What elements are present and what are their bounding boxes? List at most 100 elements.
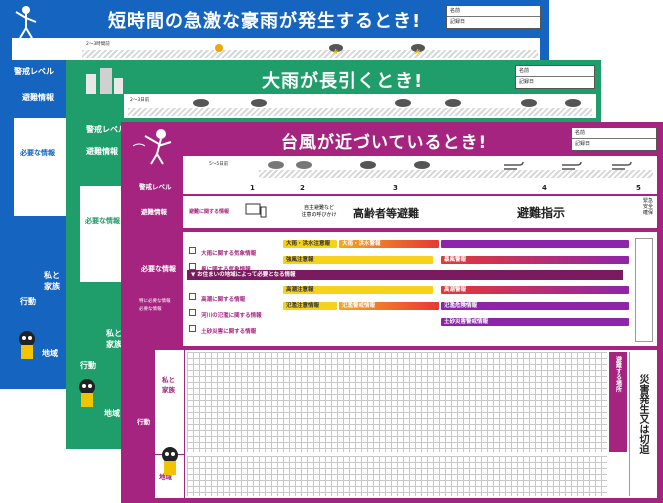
action-sidebar: 行動: [135, 350, 155, 498]
rain-cloud-icon: [413, 157, 431, 176]
high-tide-alert-bar: 高潮注意報: [283, 286, 433, 294]
timeline-bar: [82, 50, 538, 58]
wind-icon: [561, 158, 583, 177]
mascot-icon: [76, 378, 98, 416]
needed-info-title: 必要な情報: [141, 265, 176, 273]
cloud-icon: [295, 157, 313, 176]
blue-family-label: 私と家族: [44, 271, 60, 291]
flood-alert-bar: 氾濫注意情報: [283, 302, 337, 310]
purple-name-box: 名前 記録日: [571, 127, 657, 151]
evacuation-info-row: 避難情報 避難に関する情報 自主避難など 注意の呼びかけ 高齢者等避難 避難指示…: [135, 196, 657, 228]
level-3: 3: [393, 184, 398, 192]
rain-cloud-icon: [444, 95, 462, 114]
sun-icon: [212, 39, 226, 58]
purple-worksheet: 台風が近づいているとき! 名前 記録日 5〜5日前 警戒レベル 1 2 3 4 …: [121, 122, 663, 503]
blue-needed-info-label: 必要な情報: [20, 149, 55, 157]
evac-place-column: 避難する場所: [609, 352, 627, 452]
green-area-label: 地域: [104, 409, 120, 418]
elderly-evac-label: 高齢者等避難: [353, 207, 419, 220]
rain-cloud-icon: [394, 95, 412, 114]
blue-timeline-label: 2〜3時間前: [86, 42, 110, 47]
blue-action-label: 行動: [20, 297, 36, 306]
family-action-grid[interactable]: [187, 352, 607, 452]
blue-alert-level-label: 警戒レベル: [14, 67, 54, 76]
person-in-wind-icon: [131, 126, 175, 170]
purple-timeline-strip: 5〜5日前: [183, 156, 657, 180]
pc-phone-icon: [245, 202, 267, 224]
green-alert-level-label: 警戒レベル: [86, 125, 126, 134]
landslide-checkbox[interactable]: [189, 325, 196, 332]
flood-danger-bar: 氾濫危険情報: [441, 302, 629, 310]
rain-cloud-icon: [564, 95, 582, 114]
wind-icon: [611, 158, 633, 177]
purple-alert-level-label: 警戒レベル: [135, 180, 183, 194]
blue-needed-info-panel: 必要な情報: [14, 118, 66, 216]
option-b: 必要な情報: [139, 307, 162, 312]
evac-place-label: 避難する場所: [614, 356, 622, 392]
blue-header: 短時間の急激な豪雨が発生するとき! 名前 記録日: [0, 0, 549, 40]
high-tide-warning-bar: 高潮警報: [441, 286, 629, 294]
blue-title: 短時間の急激な豪雨が発生するとき!: [108, 11, 422, 32]
cloud-icon: [267, 157, 285, 176]
family-label: 私と家族: [162, 376, 175, 394]
timeline-bar: [259, 170, 653, 178]
river-flood-checkbox[interactable]: [189, 309, 196, 316]
purple-title: 台風が近づいているとき!: [281, 133, 488, 153]
heavy-rain-checkbox[interactable]: [189, 247, 196, 254]
heavy-rain-extend-bar: [441, 240, 629, 248]
wind-checkbox[interactable]: [189, 263, 196, 270]
final-note-column: 災害発生又は切迫: [629, 352, 655, 496]
rain-cloud-icon: [250, 95, 268, 114]
blue-timeline-strip: 2〜3時間前: [12, 38, 540, 60]
area-action-grid[interactable]: [187, 456, 607, 496]
heavy-rain-warning-bar: 大雨・洪水警報: [339, 240, 439, 248]
wind-icon: [503, 158, 525, 177]
option-a: 特に必要な情報: [139, 299, 171, 304]
mascot-icon: [16, 330, 38, 368]
landslide-warning-bar: 土砂災害警戒情報: [441, 318, 629, 326]
name-field-label: 名前: [572, 128, 656, 139]
rain-cloud-icon: [192, 95, 210, 114]
green-header: 大雨が長引くとき! 名前 記録日: [66, 60, 601, 96]
rain-buildings-icon: [80, 64, 126, 100]
flood-warning-bar: 氾濫警戒情報: [339, 302, 439, 310]
local-info-header: ▼ お住まいの地域によって必要となる情報: [187, 270, 623, 280]
level-1: 1: [250, 184, 255, 192]
date-field-label: 記録日: [575, 141, 591, 147]
green-family-label: 私と家族: [106, 329, 122, 349]
purple-timeline-label: 5〜5日前: [209, 162, 229, 167]
evac-related-label: 避難に関する情報: [189, 209, 230, 215]
high-tide-checkbox[interactable]: [189, 293, 196, 300]
green-needed-info-label: 必要な情報: [85, 217, 120, 225]
needed-info-sidebar: 必要な情報 特に必要な情報 必要な情報: [135, 232, 183, 346]
blue-area-label: 地域: [42, 349, 58, 358]
level-5: 5: [636, 184, 641, 192]
green-timeline-label: 2〜3日前: [130, 98, 150, 103]
level-4: 4: [542, 184, 547, 192]
right-icon-column: [635, 238, 653, 342]
name-field-label: 名前: [447, 6, 540, 17]
thunder-cloud-icon: [328, 39, 344, 58]
green-action-label: 行動: [80, 361, 96, 370]
strong-wind-alert-bar: 強風注意報: [283, 256, 433, 264]
storm-warning-bar: 暴風警報: [441, 256, 629, 264]
final-note-label: 災害発生又は切迫: [637, 374, 648, 454]
blue-evac-info-label: 避難情報: [22, 93, 54, 102]
action-section: 行動 私と家族 地域 避難する場所 災害発生又は切迫: [135, 350, 657, 498]
family-cell: 私と家族: [155, 350, 185, 454]
self-evac-note: 自主避難など 注意の呼びかけ: [301, 205, 337, 218]
green-timeline-strip: 2〜3日前: [124, 94, 596, 118]
green-name-box: 名前 記録日: [515, 65, 595, 89]
date-field-label: 記録日: [450, 19, 466, 25]
green-evac-info-label: 避難情報: [86, 147, 118, 156]
evac-order-label: 避難指示: [517, 206, 566, 220]
thunder-cloud-icon: [410, 39, 426, 58]
purple-header: 台風が近づいているとき! 名前 記録日: [121, 122, 663, 165]
rain-cloud-icon: [520, 95, 538, 114]
mascot-icon: [159, 446, 181, 484]
blue-name-box: 名前 記録日: [446, 5, 541, 29]
landslide-row-label: 土砂災害に関する情報: [189, 318, 256, 337]
name-field-label: 名前: [516, 66, 594, 77]
heavy-rain-alert-bar: 大雨・洪水注意報: [283, 240, 337, 248]
date-field-label: 記録日: [519, 79, 535, 85]
